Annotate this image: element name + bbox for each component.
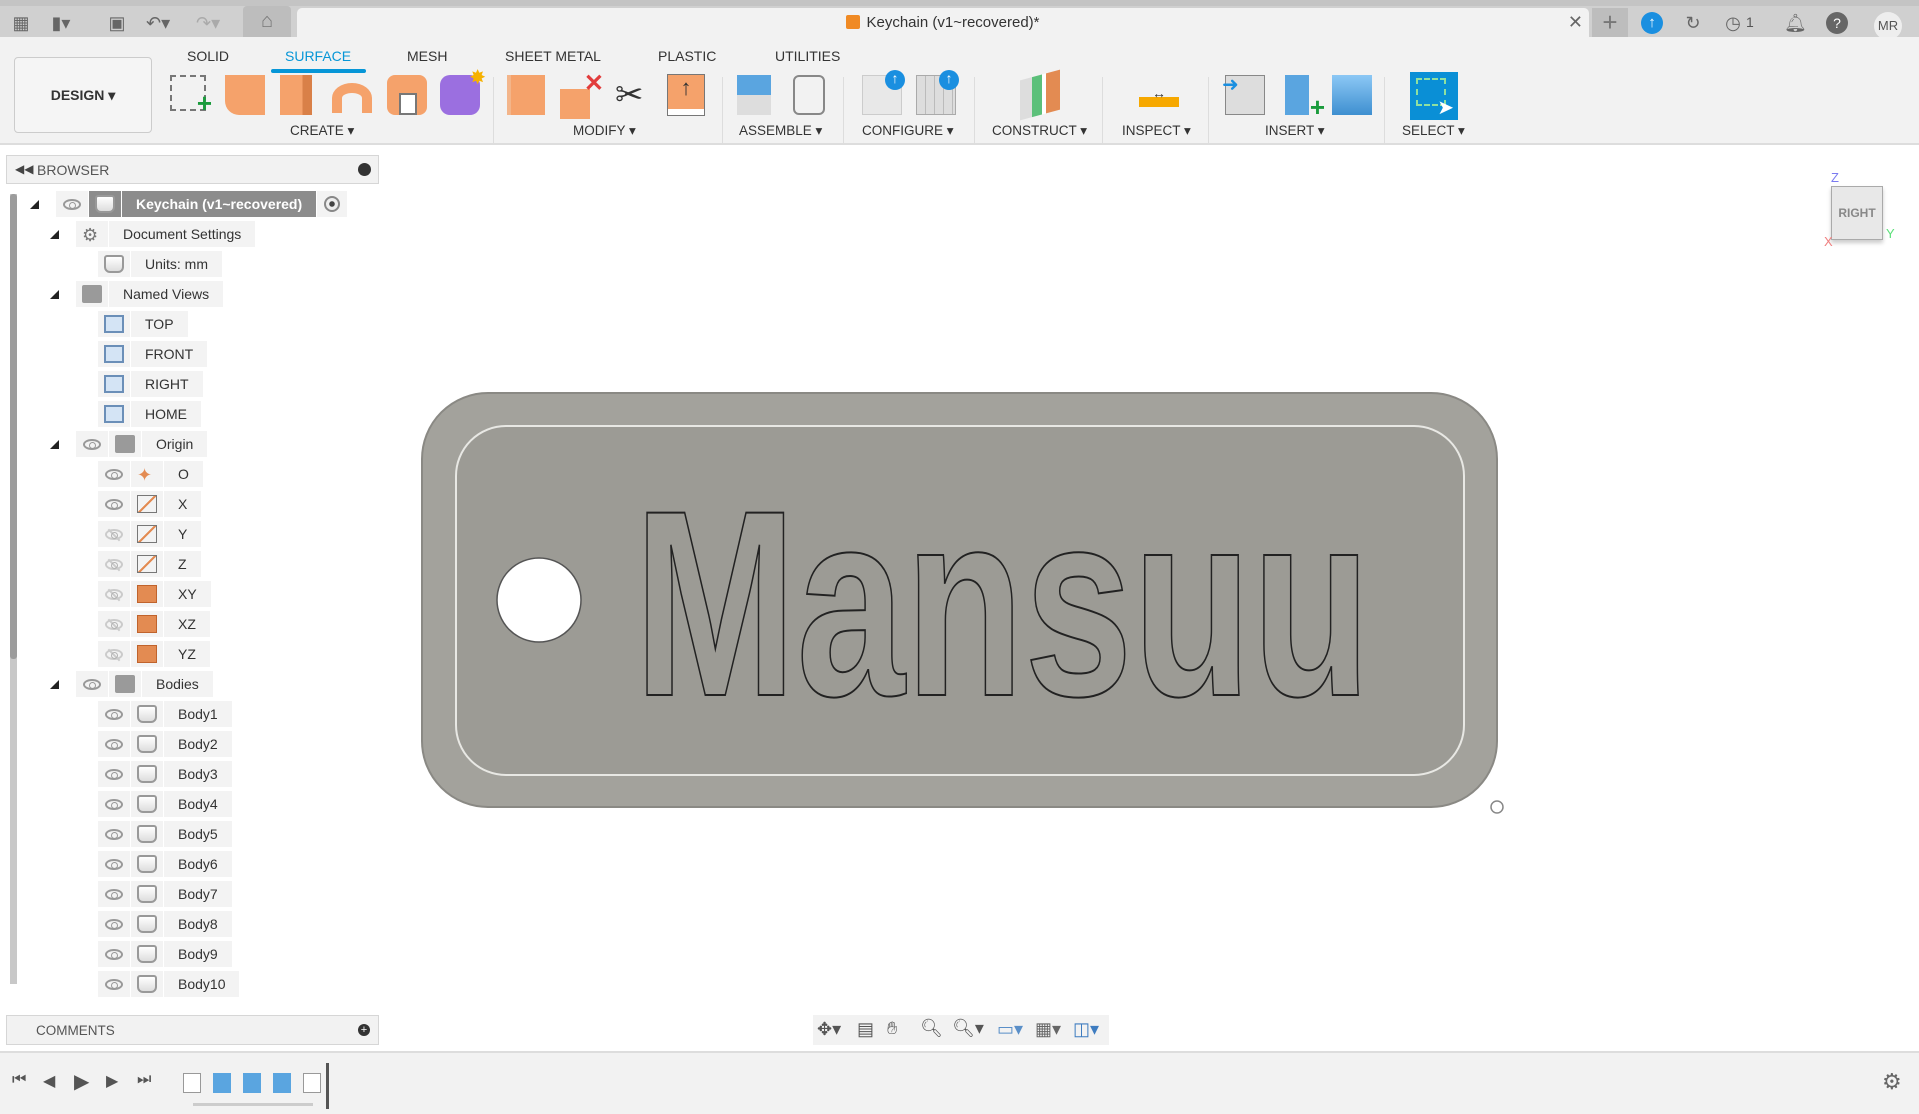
keychain-text: Mansuu xyxy=(634,456,1371,752)
pivot-marker[interactable] xyxy=(1490,800,1504,814)
view-cube-face: RIGHT xyxy=(1838,206,1876,220)
step-forward-icon[interactable]: ▶ xyxy=(106,1071,118,1091)
timeline-extrude-feature[interactable] xyxy=(273,1073,291,1093)
look-at-icon[interactable]: ▤ xyxy=(857,1019,874,1040)
play-icon[interactable]: ▶ xyxy=(74,1069,89,1094)
viewports-icon[interactable]: ◫▾ xyxy=(1073,1019,1099,1040)
grid-settings-icon[interactable]: ▦▾ xyxy=(1035,1019,1061,1040)
timeline-marker[interactable] xyxy=(326,1063,329,1109)
display-settings-icon[interactable]: ▭▾ xyxy=(997,1019,1023,1040)
step-back-icon[interactable]: ◀ xyxy=(43,1071,55,1091)
axis-y-label: Y xyxy=(1886,226,1895,241)
timeline-extrude-feature[interactable] xyxy=(213,1073,231,1093)
keychain-hole xyxy=(496,557,582,643)
view-cube[interactable]: RIGHT xyxy=(1831,186,1883,240)
go-to-start-icon[interactable]: ⏮ xyxy=(12,1071,26,1089)
viewport-canvas[interactable]: Mansuu xyxy=(0,0,1919,1114)
axis-z-label: Z xyxy=(1831,170,1839,185)
timeline-settings-gear-icon[interactable]: ⚙ xyxy=(1882,1069,1902,1095)
timeline: ⏮ ◀ ▶ ▶ ⏭ ⚙ xyxy=(0,1051,1919,1114)
navigation-toolbar: ✥▾ ▤ ✋︎ 🔍︎ 🔍︎▾ ▭▾ ▦▾ ◫▾ xyxy=(813,1015,1109,1045)
pan-hand-icon[interactable]: ✋︎ xyxy=(887,1018,897,1039)
axis-x-label: X xyxy=(1824,234,1833,249)
timeline-extrude-feature[interactable] xyxy=(243,1073,261,1093)
zoom-window-icon[interactable]: 🔍︎▾ xyxy=(952,1018,984,1039)
orbit-icon[interactable]: ✥▾ xyxy=(817,1019,841,1040)
timeline-sketch-feature[interactable] xyxy=(183,1073,201,1093)
timeline-sketch-feature[interactable] xyxy=(303,1073,321,1093)
zoom-icon[interactable]: 🔍︎ xyxy=(920,1018,943,1039)
timeline-track xyxy=(193,1103,313,1106)
go-to-end-icon[interactable]: ⏭ xyxy=(137,1071,151,1089)
